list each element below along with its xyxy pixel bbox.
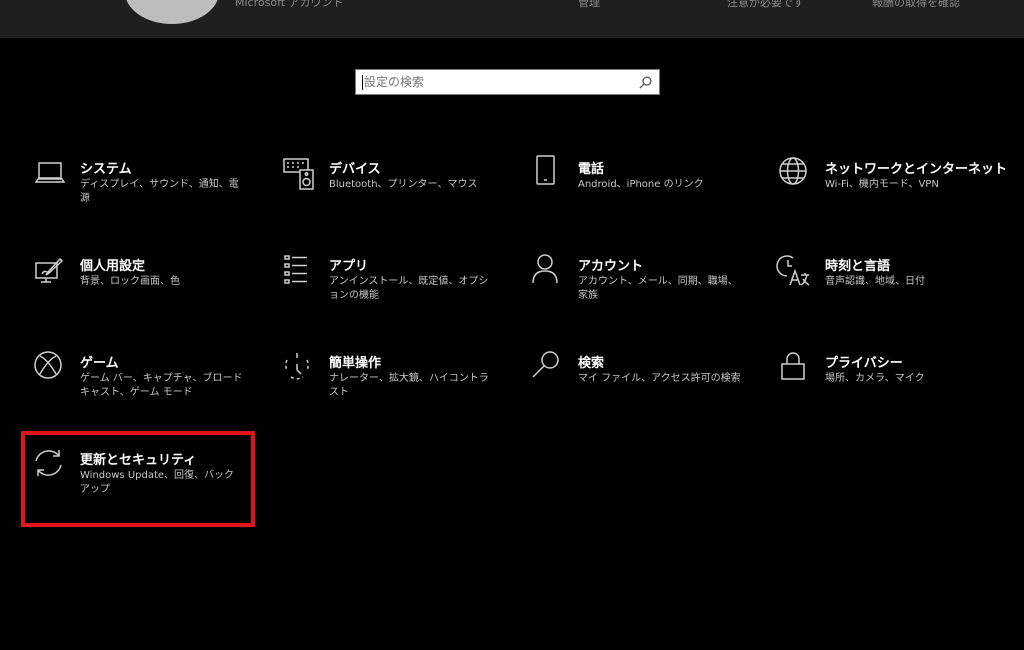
xbox-icon [34,352,66,384]
paint-monitor-icon [34,255,66,287]
category-name: プライバシー [825,356,903,371]
person-icon [532,255,564,287]
category-name: 電話 [578,162,605,177]
laptop-icon [34,158,66,190]
account-header: Microsoft アカウント 管理 注意が必要です 報酬の取得を確認 [0,0,1024,38]
category-search[interactable]: 検索 マイ ファイル、アクセス許可の検索 [532,352,742,432]
category-name: アカウント [578,259,644,274]
category-personalization[interactable]: 個人用設定 背景、ロック画面、色 [34,255,244,335]
keyboard-speaker-icon [283,158,315,190]
category-privacy[interactable]: プライバシー 場所、カメラ、マイク [779,352,989,432]
avatar[interactable] [125,0,219,24]
category-description: Wi-Fi、機内モード、VPN [825,179,939,190]
category-name: 時刻と言語 [825,259,891,274]
category-description: ナレーター、拡大鏡、ハイコントラスト [329,373,489,398]
phone-icon [532,158,564,190]
globe-icon [779,158,811,190]
category-name: システム [80,162,132,177]
category-accounts[interactable]: アカウント アカウント、メール、同期、職場、家族 [532,255,742,335]
category-name: ネットワークとインターネット [825,162,1008,177]
category-name: デバイス [329,162,381,177]
category-gaming[interactable]: ゲーム ゲーム バー、キャプチャ、ブロードキャスト、ゲーム モード [34,352,244,432]
text-caret [362,75,363,90]
search-icon[interactable] [638,75,653,90]
category-name: アプリ [329,259,369,274]
category-name: 検索 [578,356,605,371]
category-description: Android、iPhone のリンク [578,179,704,190]
search-box[interactable] [355,69,660,95]
category-description: ゲーム バー、キャプチャ、ブロードキャスト、ゲーム モード [80,373,243,398]
category-network-internet[interactable]: ネットワークとインターネット Wi-Fi、機内モード、VPN [779,158,1007,238]
category-description: アンインストール、既定値、オプションの機能 [329,276,489,301]
attention-link[interactable]: 注意が必要です [727,0,804,10]
category-description: マイ ファイル、アクセス許可の検索 [578,373,741,384]
category-apps[interactable]: アプリ アンインストール、既定値、オプションの機能 [283,255,493,335]
category-description: 背景、ロック画面、色 [80,276,180,287]
category-phone[interactable]: 電話 Android、iPhone のリンク [532,158,742,238]
highlight-box [21,431,255,527]
ease-of-access-icon [283,352,315,384]
category-description: アカウント、メール、同期、職場、家族 [578,276,738,301]
category-system[interactable]: システム ディスプレイ、サウンド、通知、電源 [34,158,244,238]
category-description: 音声認識、地域、日付 [825,276,925,287]
time-language-icon [779,255,811,287]
account-label[interactable]: Microsoft アカウント [235,0,344,10]
category-description: 場所、カメラ、マイク [825,373,925,384]
manage-link[interactable]: 管理 [578,0,600,10]
category-description: Bluetooth、プリンター、マウス [329,179,478,190]
category-description: ディスプレイ、サウンド、通知、電源 [80,179,239,204]
category-name: 簡単操作 [329,356,382,371]
category-name: 個人用設定 [80,259,146,274]
lock-icon [779,352,811,384]
category-time-language[interactable]: 時刻と言語 音声認識、地域、日付 [779,255,989,335]
rewards-link[interactable]: 報酬の取得を確認 [872,0,960,10]
app-list-icon [283,255,315,287]
category-ease-of-access[interactable]: 簡単操作 ナレーター、拡大鏡、ハイコントラスト [283,352,493,432]
search-input[interactable] [364,73,634,91]
magnifier-icon [532,352,564,384]
category-name: ゲーム [80,356,119,371]
category-devices[interactable]: デバイス Bluetooth、プリンター、マウス [283,158,493,238]
